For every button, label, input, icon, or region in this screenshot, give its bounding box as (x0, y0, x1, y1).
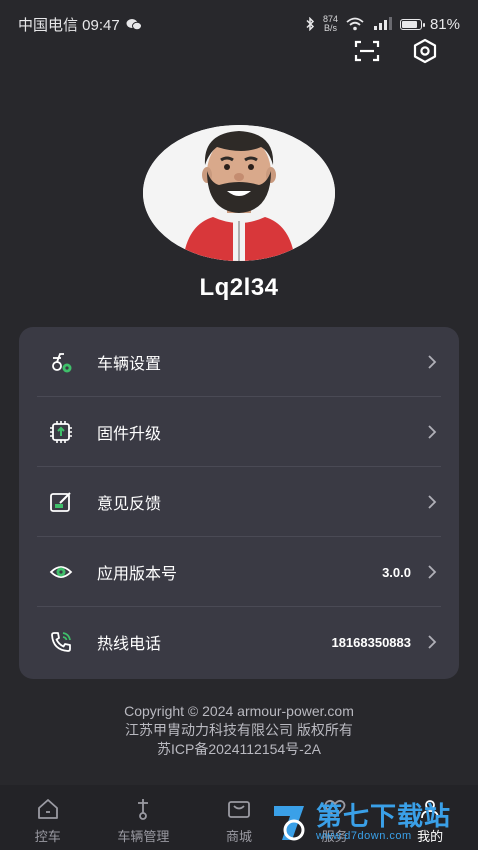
watermark-text: 第七下载站 www.d7down.com (316, 802, 451, 842)
bluetooth-icon (306, 17, 314, 31)
top-actions (352, 36, 440, 66)
company-line: 江苏甲胄动力科技有限公司 版权所有 (125, 722, 353, 738)
avatar-illustration-icon (143, 125, 335, 261)
scan-button[interactable] (352, 36, 382, 66)
menu-item-label: 意见反馈 (97, 496, 162, 513)
app-version-value: 3.0.0 (382, 564, 411, 580)
battery-icon (399, 18, 425, 30)
signal-icon (373, 17, 392, 30)
menu-item-app-version[interactable]: 应用版本号 3.0.0 (37, 537, 441, 607)
phone-icon (47, 628, 75, 656)
watermark-title: 第七下载站 (316, 801, 452, 831)
menu-item-label: 车辆设置 (97, 356, 162, 373)
shop-icon (228, 801, 250, 818)
feedback-edit-icon (47, 488, 75, 516)
watermark-url: www.d7down.com (316, 830, 412, 842)
wechat-icon (126, 18, 142, 30)
copyright-block: Copyright © 2024 armour-power.com 江苏甲胄动力… (0, 702, 478, 759)
home-icon (37, 799, 58, 819)
menu-item-label: 固件升级 (97, 426, 162, 443)
status-left: 中国电信 09:47 (18, 14, 142, 35)
icp-line: 苏ICP备2024112154号-2A (157, 741, 321, 757)
chevron-right-icon (428, 635, 437, 649)
watermark: 第七下载站 www.d7down.com (270, 796, 470, 848)
vehicle-settings-icon (47, 348, 75, 376)
app-version-icon (47, 558, 75, 586)
tab-label: 商城 (225, 829, 252, 844)
chevron-right-icon (428, 495, 437, 509)
menu-item-vehicle-settings[interactable]: 车辆设置 (37, 327, 441, 397)
menu-item-feedback[interactable]: 意见反馈 (37, 467, 441, 537)
menu-item-label: 热线电话 (97, 636, 162, 653)
scooter-icon (138, 799, 149, 820)
settings-hex-icon (413, 38, 437, 64)
scan-icon (354, 40, 380, 62)
copyright-line: Copyright © 2024 armour-power.com (124, 703, 354, 719)
tab-label: 控车 (34, 829, 61, 844)
battery-percent: 81% (429, 15, 460, 33)
settings-menu-card: 车辆设置 固件升级 意见反馈 应用版本号 3.0.0 热线电话 18168350… (19, 327, 459, 679)
menu-item-hotline[interactable]: 热线电话 18168350883 (37, 607, 441, 677)
battery-fill (401, 20, 417, 28)
hotline-number: 18168350883 (331, 634, 411, 650)
tab-vehicle-management[interactable]: 车辆管理 (98, 797, 188, 845)
chevron-right-icon (428, 425, 437, 439)
net-speed: 874 B/s (323, 15, 338, 33)
username: Lq2l34 (199, 274, 279, 301)
tab-label: 车辆管理 (117, 829, 170, 844)
chevron-right-icon (428, 565, 437, 579)
wifi-icon (346, 17, 364, 31)
carrier-time: 中国电信 09:47 (18, 16, 120, 34)
status-right: 874 B/s 81% (305, 15, 460, 33)
watermark-logo-icon (274, 806, 305, 841)
menu-item-firmware-upgrade[interactable]: 固件升级 (37, 397, 441, 467)
menu-item-label: 应用版本号 (97, 566, 178, 583)
net-speed-unit: B/s (323, 23, 337, 33)
tab-control[interactable]: 控车 (3, 797, 93, 845)
firmware-chip-icon (47, 418, 75, 446)
settings-button[interactable] (410, 36, 440, 66)
avatar[interactable] (143, 125, 335, 261)
chevron-right-icon (428, 355, 437, 369)
